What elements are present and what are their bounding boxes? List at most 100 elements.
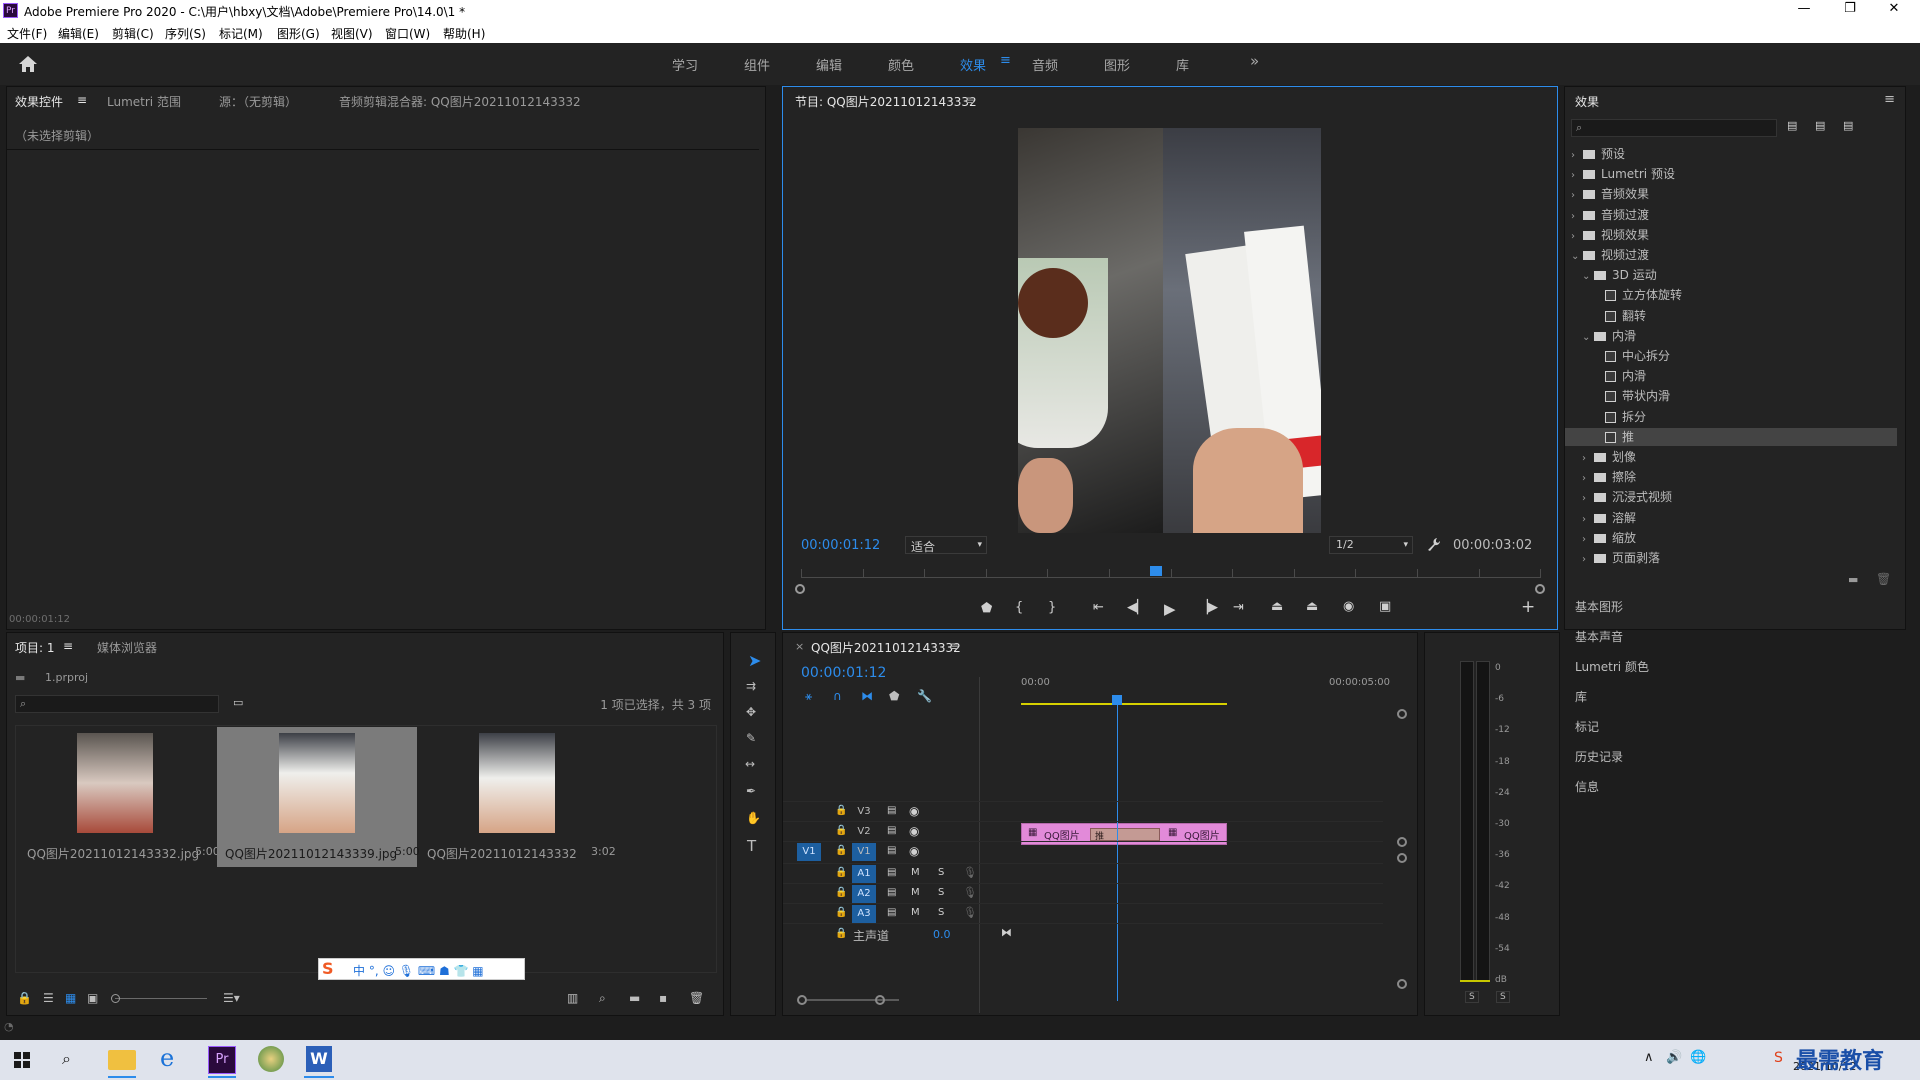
chevron-right-icon[interactable]: › <box>1571 190 1583 201</box>
effects-tree-item[interactable]: 翻转 <box>1565 307 1897 325</box>
menu-help[interactable]: 帮助(H) <box>443 25 485 42</box>
sync-lock-icon[interactable]: ▤ <box>887 887 896 898</box>
comparison-view-icon[interactable]: ▣ <box>1379 599 1391 614</box>
freeform-view-icon[interactable]: ▣ <box>87 991 98 1005</box>
ime-mode-icon[interactable]: 中 °, ☺ 🎙 ⌨ ☗ 👕 ▦ <box>353 962 484 979</box>
chevron-right-icon[interactable]: › <box>1582 514 1594 525</box>
panel-essential-graphics[interactable]: 基本图形 <box>1575 598 1623 615</box>
tab-program[interactable]: 节目: QQ图片20211012143332 <box>795 93 977 110</box>
file-explorer-icon[interactable] <box>108 1050 136 1070</box>
tab-lumetri-scopes[interactable]: Lumetri 范围 <box>107 93 181 110</box>
slip-tool-icon[interactable]: ↔ <box>745 757 755 771</box>
effects-tree-item[interactable]: › 预设 <box>1565 145 1897 163</box>
track-label[interactable]: V1 <box>852 843 876 861</box>
solo-button[interactable]: S <box>938 907 944 918</box>
effects-tree-item[interactable]: › 音频效果 <box>1565 185 1897 203</box>
add-marker-icon[interactable]: ⬟ <box>981 601 992 616</box>
eye-icon[interactable]: ◉ <box>909 844 919 858</box>
track-select-tool-icon[interactable]: ⇉ <box>746 679 756 693</box>
tab-media-browser[interactable]: 媒体浏览器 <box>97 639 157 656</box>
menu-marker[interactable]: 标记(M) <box>219 25 263 42</box>
find-icon[interactable]: ⌕ <box>599 991 606 1006</box>
effects-tree-item[interactable]: 内滑 <box>1565 367 1897 385</box>
workspace-menu-icon[interactable]: ≡ <box>1000 53 1011 68</box>
workspace-audio[interactable]: 音频 <box>1032 55 1058 74</box>
zoom-handle-left[interactable] <box>795 584 805 594</box>
timeline-timecode[interactable]: 00:00:01:12 <box>801 665 886 681</box>
lock-icon[interactable]: 🔒 <box>835 928 847 939</box>
sync-lock-icon[interactable]: ▤ <box>887 907 896 918</box>
effects-tree-item[interactable]: › 溶解 <box>1565 509 1897 527</box>
menu-edit[interactable]: 编辑(E) <box>58 25 99 42</box>
lock-icon[interactable]: 🔒 <box>835 907 847 918</box>
tray-chevron-icon[interactable]: ∧ <box>1644 1050 1654 1065</box>
yuv-effects-icon[interactable]: ▤ <box>1843 119 1853 132</box>
effects-tree-item[interactable]: 带状内滑 <box>1565 387 1897 405</box>
workspace-effects[interactable]: 效果 <box>960 55 986 74</box>
automate-to-sequence-icon[interactable]: ▥ <box>567 991 578 1005</box>
home-icon[interactable] <box>18 55 38 73</box>
minimize-button[interactable]: — <box>1784 1 1824 16</box>
chevron-right-icon[interactable]: › <box>1582 493 1594 504</box>
track-label[interactable]: A1 <box>852 865 876 883</box>
project-menu-icon[interactable]: ≡ <box>63 639 73 653</box>
search-icon[interactable]: ⌕ <box>62 1049 71 1069</box>
lift-icon[interactable]: ⏏ <box>1271 599 1283 614</box>
track-label[interactable]: V3 <box>852 803 876 821</box>
panel-menu-icon[interactable]: ≡ <box>77 93 87 107</box>
bowtie-icon[interactable]: ⧓ <box>1001 926 1012 939</box>
close-sequence-icon[interactable]: × <box>795 640 804 653</box>
tab-sequence[interactable]: QQ图片20211012143332 <box>811 639 961 656</box>
project-item-selected[interactable]: QQ图片20211012143339.jpg 5:00 <box>217 727 420 867</box>
chevron-right-icon[interactable]: › <box>1571 211 1583 222</box>
ime-toolbar[interactable]: S 中 °, ☺ 🎙 ⌨ ☗ 👕 ▦ <box>318 958 525 980</box>
razor-tool-icon[interactable]: ✎ <box>746 731 756 745</box>
zoom-handle-right[interactable] <box>1535 584 1545 594</box>
sogou-tray-icon[interactable]: S <box>1774 1050 1783 1066</box>
effects-tree-item[interactable]: 中心拆分 <box>1565 347 1897 365</box>
chevron-right-icon[interactable]: › <box>1571 231 1583 242</box>
extract-icon[interactable]: ⏏ <box>1306 599 1318 614</box>
project-search-input[interactable]: ⌕ <box>15 695 219 713</box>
sync-lock-icon[interactable]: ▤ <box>887 805 896 816</box>
timeline-zoom-right[interactable] <box>875 995 885 1005</box>
new-bin-icon[interactable]: ▬ <box>629 991 640 1005</box>
panel-lumetri-color[interactable]: Lumetri 颜色 <box>1575 658 1649 675</box>
sync-lock-icon[interactable]: ▤ <box>887 825 896 836</box>
panel-essential-sound[interactable]: 基本声音 <box>1575 628 1623 645</box>
chevron-down-icon[interactable]: ⌄ <box>1582 332 1594 343</box>
mark-out-icon[interactable]: } <box>1048 600 1056 615</box>
eye-icon[interactable]: ◉ <box>909 824 919 838</box>
browser-taskbar-icon[interactable] <box>258 1046 284 1072</box>
timeline-playhead[interactable] <box>1112 695 1123 705</box>
lock-icon[interactable]: 🔒 <box>835 805 847 816</box>
delete-icon[interactable]: 🗑 <box>1876 572 1891 586</box>
timeline-settings-icon[interactable]: 🔧 <box>917 689 932 703</box>
microphone-icon[interactable]: 🎙 <box>963 886 977 899</box>
clear-icon[interactable]: 🗑 <box>689 991 704 1005</box>
word-taskbar-icon[interactable]: W <box>306 1046 332 1072</box>
workspace-assembly[interactable]: 组件 <box>744 55 770 74</box>
mute-button[interactable]: M <box>911 867 920 878</box>
source-patch-v1[interactable]: V1 <box>797 843 821 861</box>
program-scrubber-track[interactable] <box>801 577 1541 578</box>
step-forward-icon[interactable]: ▕▶ <box>1198 600 1218 615</box>
32-bit-effects-icon[interactable]: ▤ <box>1815 119 1825 132</box>
tab-project[interactable]: 项目: 1 <box>15 639 55 656</box>
timeline-scroll-bar[interactable] <box>807 999 899 1001</box>
lock-icon[interactable]: 🔒 <box>17 991 32 1005</box>
chevron-right-icon[interactable]: › <box>1582 554 1594 565</box>
effects-tree-item[interactable]: › 缩放 <box>1565 529 1897 547</box>
workspace-graphics[interactable]: 图形 <box>1104 55 1130 74</box>
workspace-editing[interactable]: 编辑 <box>816 55 842 74</box>
lock-icon[interactable]: 🔒 <box>835 887 847 898</box>
chevron-right-icon[interactable]: › <box>1582 473 1594 484</box>
effects-tree-item[interactable]: ⌄ 内滑 <box>1565 327 1897 345</box>
solo-button[interactable]: S <box>938 887 944 898</box>
chevron-right-icon[interactable]: › <box>1582 534 1594 545</box>
workspace-learn[interactable]: 学习 <box>672 55 698 74</box>
effects-tree-item[interactable]: ⌄ 视频过渡 <box>1565 246 1897 264</box>
sequence-menu-icon[interactable]: ≡ <box>949 639 959 653</box>
vscroll-bottom[interactable] <box>1397 979 1407 989</box>
mute-button[interactable]: M <box>911 907 920 918</box>
